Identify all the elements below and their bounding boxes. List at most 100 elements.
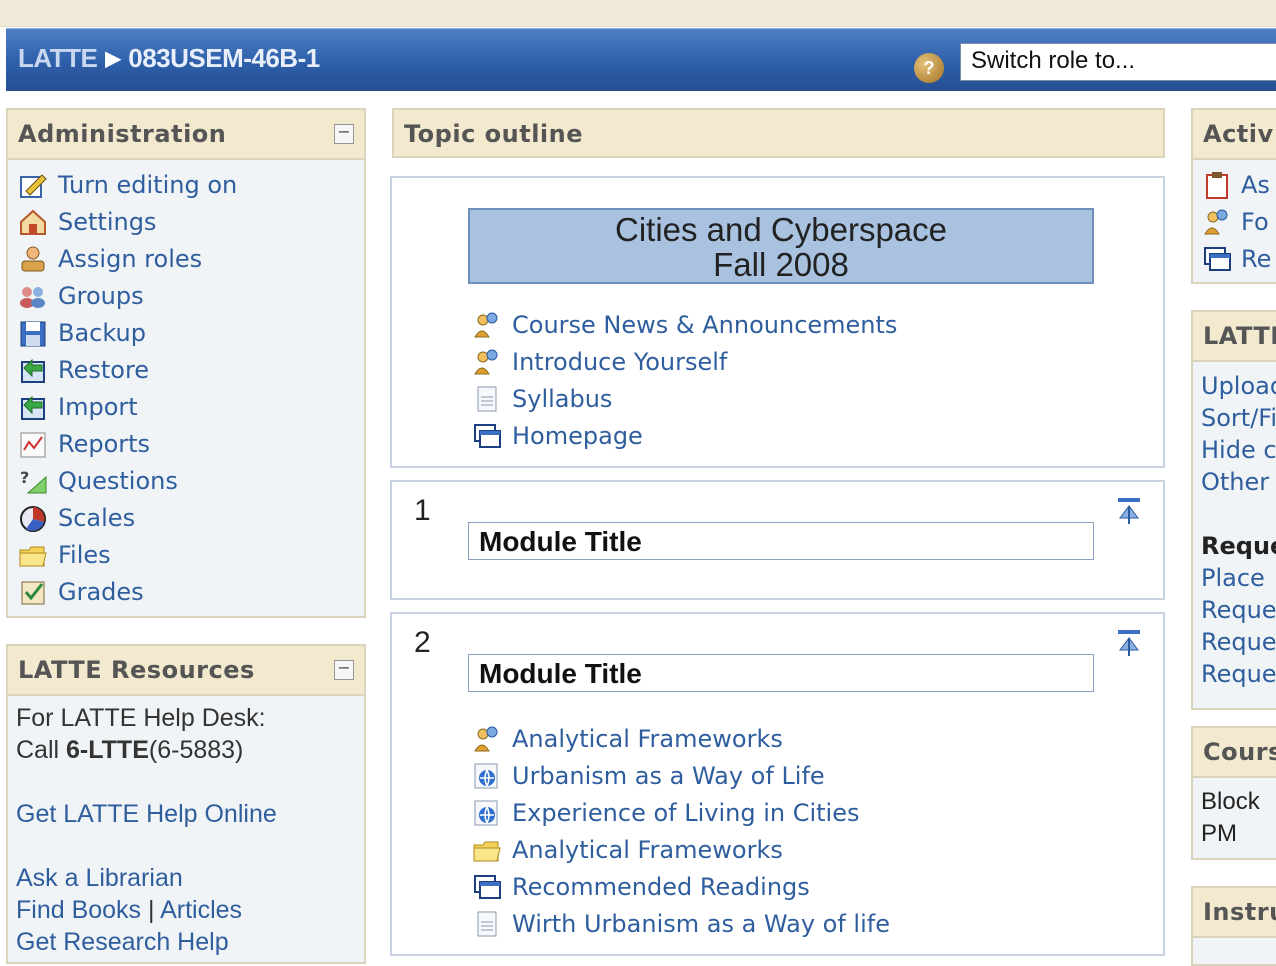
course-info-title: Cours xyxy=(1203,738,1276,766)
admin-item-reports[interactable]: Reports xyxy=(16,425,364,462)
admin-item-settings[interactable]: Settings xyxy=(16,203,364,240)
admin-item-backup[interactable]: Backup xyxy=(16,314,364,351)
forum-icon xyxy=(470,310,504,340)
questions-icon: ? xyxy=(16,466,50,496)
section-number: 1 xyxy=(414,494,431,527)
course-title: Cities and Cyberspace xyxy=(615,211,947,248)
latte-tool-link[interactable]: Upload xyxy=(1201,370,1276,402)
resource-window-icon xyxy=(1201,244,1233,274)
activity-analytical-frameworks-forum[interactable]: Analytical Frameworks xyxy=(470,720,890,757)
request-link[interactable]: Place xyxy=(1201,562,1276,594)
highlight-marker-icon[interactable] xyxy=(1114,628,1148,660)
latte-tools-block: LATTE Upload Sort/Fi Hide c Other Reque … xyxy=(1191,310,1276,710)
breadcrumb-course: 083USEM-46B-1 xyxy=(128,43,320,73)
request-link[interactable]: Reque xyxy=(1201,594,1276,626)
forum-icon xyxy=(470,724,504,754)
activity-label: Course News & Announcements xyxy=(512,310,898,339)
activity-course-news[interactable]: Course News & Announcements xyxy=(470,306,897,343)
admin-item-scales[interactable]: Scales xyxy=(16,499,364,536)
forum-icon xyxy=(1201,207,1233,237)
admin-item-restore[interactable]: Restore xyxy=(16,351,364,388)
activity-analytical-frameworks-folder[interactable]: Analytical Frameworks xyxy=(470,831,890,868)
activity-urbanism-link[interactable]: Urbanism as a Way of Life xyxy=(470,757,890,794)
ask-librarian-link[interactable]: Ask a Librarian xyxy=(16,864,183,892)
backup-icon xyxy=(16,318,50,348)
scales-icon xyxy=(16,503,50,533)
find-books-link[interactable]: Find Books xyxy=(16,896,141,924)
help-icon[interactable]: ? xyxy=(914,53,944,83)
top-strip xyxy=(0,0,1276,27)
latte-tool-link[interactable]: Hide c xyxy=(1201,434,1276,466)
request-link[interactable]: Reque xyxy=(1201,626,1276,658)
activities-title: Activ xyxy=(1203,120,1274,148)
activity-label: Recommended Readings xyxy=(512,872,810,901)
activity-label: Analytical Frameworks xyxy=(512,724,783,753)
topic-outline-header: Topic outline xyxy=(392,108,1165,158)
helpdesk-number: 6-LTTE xyxy=(66,736,149,764)
course-title-banner: Cities and Cyberspace Fall 2008 xyxy=(468,208,1094,284)
admin-item-assign-roles[interactable]: Assign roles xyxy=(16,240,364,277)
admin-item-label: Questions xyxy=(58,466,178,495)
admin-item-grades[interactable]: Grades xyxy=(16,573,364,610)
admin-item-files[interactable]: Files xyxy=(16,536,364,573)
activity-experience-link[interactable]: Experience of Living in Cities xyxy=(470,794,890,831)
admin-item-label: Settings xyxy=(58,207,157,236)
navigation-bar: LATTE ▶ 083USEM-46B-1 ? Switch role to... xyxy=(6,28,1276,91)
research-help-link[interactable]: Get Research Help xyxy=(16,928,229,956)
restore-icon xyxy=(16,355,50,385)
activity-type-resources[interactable]: Re xyxy=(1201,240,1276,277)
activity-label: Introduce Yourself xyxy=(512,347,728,376)
helpdesk-text: For LATTE Help Desk: xyxy=(16,704,266,732)
admin-item-label: Restore xyxy=(58,355,150,384)
import-icon xyxy=(16,392,50,422)
module-title: Module Title xyxy=(468,522,1094,560)
admin-item-label: Assign roles xyxy=(58,244,203,273)
course-info-line: PM xyxy=(1201,820,1237,847)
groups-icon xyxy=(16,281,50,311)
folder-icon xyxy=(16,540,50,570)
admin-item-label: Groups xyxy=(58,281,144,310)
admin-item-groups[interactable]: Groups xyxy=(16,277,364,314)
course-term: Fall 2008 xyxy=(713,246,849,283)
highlight-marker-icon[interactable] xyxy=(1114,496,1148,528)
course-info-header: Cours xyxy=(1193,728,1276,778)
web-link-icon xyxy=(470,798,504,828)
activity-label: Wirth Urbanism as a Way of life xyxy=(512,909,890,938)
activity-recommended-readings[interactable]: Recommended Readings xyxy=(470,868,890,905)
activity-homepage[interactable]: Homepage xyxy=(470,417,897,454)
activity-label: Syllabus xyxy=(512,384,613,413)
activity-wirth-urbanism[interactable]: Wirth Urbanism as a Way of life xyxy=(470,905,890,942)
collapse-icon[interactable]: − xyxy=(334,124,354,144)
activity-introduce-yourself[interactable]: Introduce Yourself xyxy=(470,343,897,380)
collapse-icon[interactable]: − xyxy=(334,660,354,680)
articles-link[interactable]: Articles xyxy=(160,896,242,924)
section-1: 1 Module Title xyxy=(390,480,1165,600)
admin-item-label: Backup xyxy=(58,318,146,347)
admin-item-label: Turn editing on xyxy=(58,170,238,199)
admin-item-questions[interactable]: ? Questions xyxy=(16,462,364,499)
roles-icon xyxy=(16,244,50,274)
helpdesk-phone: Call 6-LTTE(6-5883) xyxy=(16,736,244,764)
breadcrumb-home-link[interactable]: LATTE xyxy=(18,43,98,73)
switch-role-select[interactable]: Switch role to... xyxy=(960,43,1276,81)
breadcrumb-separator: ▶ xyxy=(105,48,121,70)
folder-icon xyxy=(470,835,504,865)
latte-tool-link[interactable]: Sort/Fi xyxy=(1201,402,1276,434)
help-online-link[interactable]: Get LATTE Help Online xyxy=(16,800,277,828)
admin-item-label: Grades xyxy=(58,577,144,606)
activity-syllabus[interactable]: Syllabus xyxy=(470,380,897,417)
admin-item-label: Import xyxy=(58,392,138,421)
admin-item-turn-editing[interactable]: Turn editing on xyxy=(16,166,364,203)
latte-tools-header: LATTE xyxy=(1193,312,1276,362)
course-info-block: Cours Block PM xyxy=(1191,726,1276,860)
request-link[interactable]: Reque xyxy=(1201,658,1276,690)
activity-type-forums[interactable]: Fo xyxy=(1201,203,1276,240)
latte-resources-title: LATTE Resources xyxy=(18,656,255,684)
resource-window-icon xyxy=(470,421,504,451)
latte-resources-header: LATTE Resources − xyxy=(8,646,364,696)
activity-type-assignments[interactable]: As xyxy=(1201,166,1276,203)
latte-tool-link[interactable]: Other xyxy=(1201,466,1276,498)
instructor-title: Instru xyxy=(1203,898,1276,926)
admin-item-import[interactable]: Import xyxy=(16,388,364,425)
reports-icon xyxy=(16,429,50,459)
